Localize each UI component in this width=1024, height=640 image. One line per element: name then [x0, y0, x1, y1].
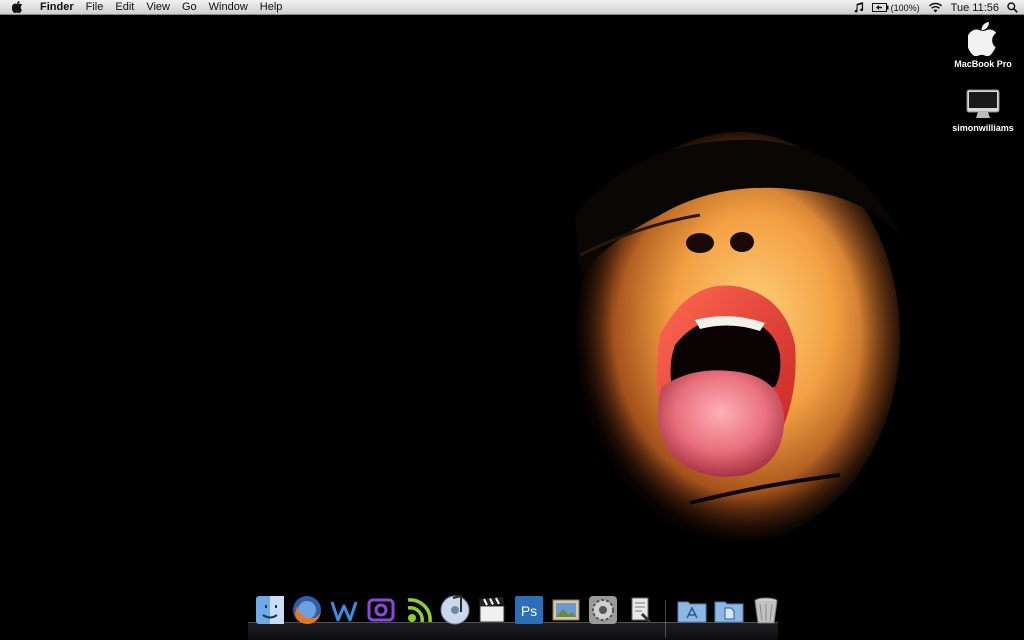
desktop-icon-label: MacBook Pro — [954, 59, 1012, 69]
dock-separator — [661, 594, 671, 638]
firefox-icon — [293, 596, 321, 624]
dock-iphoto[interactable] — [550, 594, 582, 626]
apple-menu-icon[interactable] — [0, 0, 34, 15]
menu-view[interactable]: View — [140, 0, 176, 15]
app-menu-finder[interactable]: Finder — [34, 0, 80, 15]
dock-script-editor[interactable] — [624, 594, 656, 626]
trash-icon — [754, 597, 778, 624]
desktop-icon-user-home[interactable]: simonwilliams — [947, 88, 1019, 133]
dock-finder[interactable] — [254, 594, 286, 626]
dock-trash[interactable] — [750, 594, 782, 626]
system-preferences-icon — [589, 596, 617, 624]
dock-documents-folder[interactable] — [713, 594, 745, 626]
iphoto-icon — [552, 599, 580, 621]
dock-itunes[interactable] — [439, 594, 471, 626]
final-cut-icon — [479, 597, 505, 623]
network-app-icon — [407, 598, 432, 623]
menu-clock[interactable]: Tue 11:56 — [951, 0, 999, 15]
battery-status[interactable]: (100%) — [871, 0, 920, 15]
menu-help[interactable]: Help — [254, 0, 289, 15]
desktop-icon-label: simonwilliams — [952, 123, 1014, 133]
desktop-wallpaper — [0, 15, 1024, 640]
dock-system-preferences[interactable] — [587, 594, 619, 626]
dock-applications-folder[interactable] — [676, 594, 708, 626]
text-editor-icon — [330, 601, 358, 622]
battery-icon — [871, 3, 889, 12]
documents-folder-icon — [714, 601, 744, 623]
photoshop-label: Ps — [521, 603, 537, 619]
menu-file[interactable]: File — [80, 0, 110, 15]
itunes-menu-extra-icon[interactable] — [853, 0, 864, 15]
dock-mail[interactable] — [365, 594, 397, 626]
menu-window[interactable]: Window — [203, 0, 254, 15]
wifi-icon[interactable] — [928, 0, 943, 15]
dock-network-app[interactable] — [402, 594, 434, 626]
desktop-icon-macbook-pro[interactable]: MacBook Pro — [947, 22, 1019, 69]
menu-bar: Finder File Edit View Go Window Help (10… — [0, 0, 1024, 15]
dock-firefox[interactable] — [291, 594, 323, 626]
applications-folder-icon — [677, 601, 707, 623]
battery-percent: (100%) — [890, 2, 920, 13]
itunes-icon — [440, 594, 470, 625]
script-editor-icon — [631, 597, 652, 624]
dock-photoshop[interactable]: Ps — [513, 594, 545, 626]
apple-logo-icon — [968, 22, 997, 56]
menu-go[interactable]: Go — [176, 0, 203, 15]
imac-icon — [966, 89, 1000, 118]
mail-icon — [367, 598, 395, 622]
photoshop-icon: Ps — [515, 596, 543, 624]
dock-text-editor[interactable] — [328, 594, 360, 626]
dock-final-cut[interactable] — [476, 594, 508, 626]
finder-icon — [256, 596, 284, 624]
dock: Ps — [248, 592, 778, 640]
spotlight-search-icon[interactable] — [1007, 0, 1018, 15]
menu-edit[interactable]: Edit — [109, 0, 140, 15]
